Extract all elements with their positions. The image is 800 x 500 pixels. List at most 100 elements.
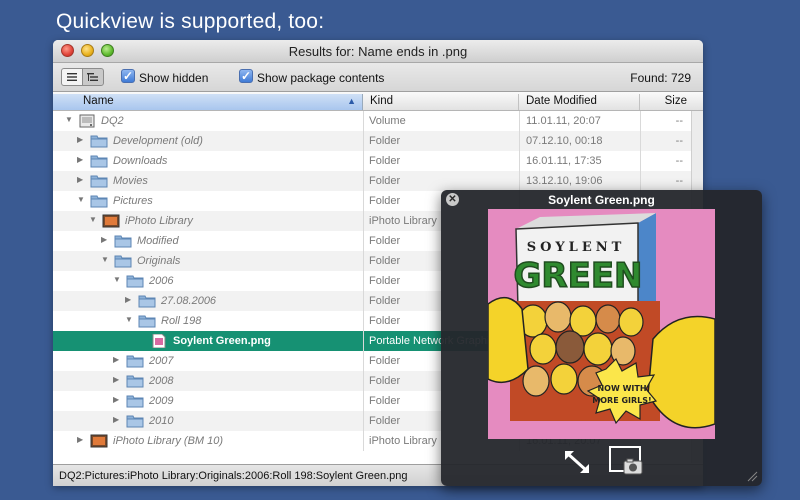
name-cell: ▶ 27.08.2006: [53, 291, 363, 311]
quick-look-panel: ✕ Soylent Green.png SOYLENT GREEN NOW WI…: [441, 190, 762, 486]
show-package-contents-label[interactable]: Show package contents: [257, 71, 384, 85]
disclosure-closed-icon[interactable]: ▶: [77, 175, 87, 184]
column-divider: [363, 351, 364, 371]
column-divider: [640, 111, 641, 131]
show-hidden-label[interactable]: Show hidden: [139, 71, 208, 85]
table-row[interactable]: ▼ DQ2 Volume 11.01.11, 20:07 --: [53, 111, 703, 131]
list-view-icon: [67, 73, 77, 81]
table-row[interactable]: ▶ Downloads Folder 16.01.11, 17:35 --: [53, 151, 703, 171]
iphoto-icon: [90, 434, 108, 448]
drive-icon: [78, 114, 96, 128]
box-product-text: GREEN: [514, 256, 643, 296]
disclosure-open-icon[interactable]: ▼: [113, 275, 123, 284]
folder-icon: [90, 134, 108, 148]
item-name: Soylent Green.png: [173, 335, 271, 347]
disclosure-closed-icon[interactable]: ▶: [101, 235, 111, 244]
disclosure-open-icon[interactable]: ▼: [65, 115, 75, 124]
disclosure-closed-icon[interactable]: ▶: [77, 135, 87, 144]
png-file-icon: [150, 333, 168, 349]
disclosure-closed-icon[interactable]: ▶: [113, 375, 123, 384]
show-hidden-checkbox[interactable]: ✓: [121, 69, 135, 83]
show-package-contents-checkbox[interactable]: ✓: [239, 69, 253, 83]
kind-cell: Folder: [369, 175, 401, 187]
date-modified-cell: 11.01.11, 20:07: [526, 115, 601, 127]
folder-icon: [90, 154, 108, 168]
item-name: Downloads: [113, 155, 168, 167]
window-title: Results for: Name ends in .png: [288, 44, 468, 59]
resize-grip-icon[interactable]: [746, 470, 758, 482]
disclosure-open-icon[interactable]: ▼: [89, 215, 99, 224]
table-row[interactable]: ▶ Development (old) Folder 07.12.10, 00:18 -…: [53, 131, 703, 151]
disclosure-closed-icon[interactable]: ▶: [113, 415, 123, 424]
name-cell: ▼ Roll 198: [53, 311, 363, 331]
toolbar: ✓ Show hidden ✓ Show package contents Fo…: [53, 63, 703, 92]
name-cell: ▶ 2008: [53, 371, 363, 391]
sort-ascending-icon: ▲: [347, 96, 356, 106]
folder-icon: [126, 354, 144, 368]
disclosure-open-icon[interactable]: ▼: [77, 195, 87, 204]
column-divider: [363, 411, 364, 431]
item-name: iPhoto Library: [125, 215, 193, 227]
size-cell: --: [675, 155, 683, 167]
column-divider: [519, 131, 520, 151]
folder-icon: [114, 234, 132, 248]
kind-cell: Folder: [369, 135, 401, 147]
name-cell: ▼ Pictures: [53, 191, 363, 211]
name-cell: ▼ Originals: [53, 251, 363, 271]
item-name: Movies: [113, 175, 148, 187]
disclosure-closed-icon[interactable]: ▶: [113, 395, 123, 404]
item-name: 27.08.2006: [161, 295, 217, 307]
column-header-name-label: Name: [83, 95, 114, 107]
disclosure-open-icon[interactable]: ▼: [101, 255, 111, 264]
size-cell: --: [675, 115, 683, 127]
folder-icon: [90, 174, 108, 188]
name-cell: ▶ Downloads: [53, 151, 363, 171]
item-name: 2007: [149, 355, 174, 367]
item-name: 2006: [149, 275, 174, 287]
table-row[interactable]: ▶ Movies Folder 13.12.10, 19:06 --: [53, 171, 703, 191]
burst-text-line2: MORE GIRLS!: [592, 396, 651, 405]
column-header-name[interactable]: Name ▲: [53, 94, 363, 110]
folder-icon: [90, 194, 108, 208]
kind-cell: Folder: [369, 155, 401, 167]
column-divider: [363, 251, 364, 271]
caption: Quickview is supported, too:: [56, 10, 325, 33]
tree-view-icon: [87, 73, 98, 81]
column-divider: [363, 291, 364, 311]
column-header-date-modified[interactable]: Date Modified: [520, 94, 640, 110]
column-divider: [363, 331, 364, 351]
fullscreen-icon[interactable]: [562, 448, 592, 476]
item-name: 2008: [149, 375, 174, 387]
name-cell: ▶ Modified: [53, 231, 363, 251]
item-name: iPhoto Library (BM 10): [113, 435, 224, 447]
disclosure-closed-icon[interactable]: ▶: [113, 355, 123, 364]
column-divider: [640, 171, 641, 191]
disclosure-closed-icon[interactable]: ▶: [77, 155, 87, 164]
column-divider: [519, 111, 520, 131]
name-cell: ▶ Movies: [53, 171, 363, 191]
column-divider: [363, 171, 364, 191]
list-view-button[interactable]: [61, 68, 83, 86]
disclosure-open-icon[interactable]: ▼: [125, 315, 135, 324]
folder-icon: [126, 274, 144, 288]
folder-icon: [138, 294, 156, 308]
column-header-size[interactable]: Size: [641, 94, 691, 110]
column-header: Name ▲ Kind Date Modified Size: [53, 92, 703, 111]
tree-view-button[interactable]: [82, 68, 104, 86]
column-divider: [363, 371, 364, 391]
add-to-iphoto-icon[interactable]: [608, 445, 646, 477]
column-divider: [363, 151, 364, 171]
column-header-kind[interactable]: Kind: [364, 94, 519, 110]
size-cell: --: [675, 135, 683, 147]
disclosure-closed-icon[interactable]: ▶: [125, 295, 135, 304]
column-divider: [519, 171, 520, 191]
item-name: Modified: [137, 235, 179, 247]
selected-path: DQ2:Pictures:iPhoto Library:Originals:20…: [59, 470, 408, 482]
column-divider: [363, 191, 364, 211]
column-divider: [363, 431, 364, 451]
column-divider: [363, 211, 364, 231]
disclosure-closed-icon[interactable]: ▶: [77, 435, 87, 444]
title-bar[interactable]: Results for: Name ends in .png: [53, 40, 703, 63]
date-modified-cell: 16.01.11, 17:35: [526, 155, 602, 167]
column-divider: [363, 391, 364, 411]
